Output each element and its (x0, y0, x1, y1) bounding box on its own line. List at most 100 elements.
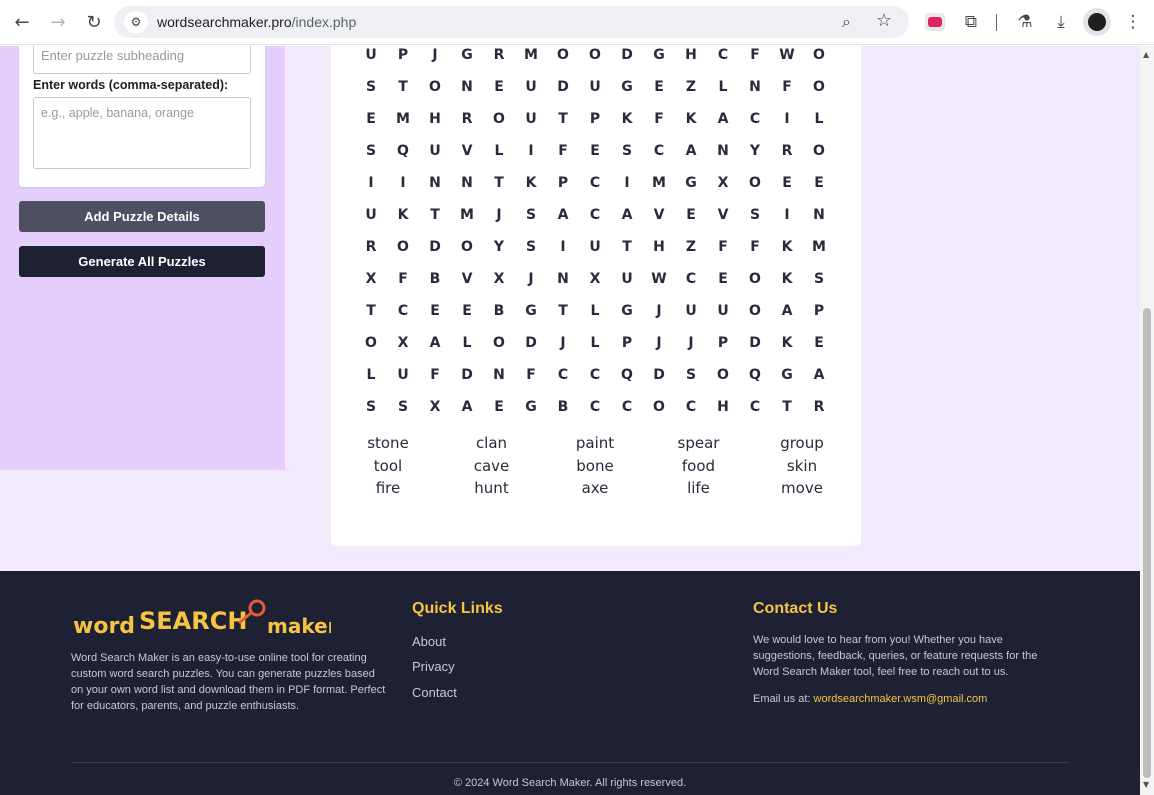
back-icon[interactable]: ← (7, 7, 37, 37)
scroll-up-arrow-icon[interactable]: ▲ (1143, 50, 1149, 59)
grid-cell: M (524, 47, 538, 63)
address-bar[interactable]: ⚙ wordsearchmaker.pro/index.php ⌕ ☆ (114, 6, 909, 38)
footer-divider (71, 762, 1069, 763)
grid-cell: E (494, 79, 504, 95)
grid-cell: E (718, 271, 728, 287)
grid-cell: D (557, 79, 569, 95)
word-list-item: axe (581, 479, 609, 497)
grid-cell: Z (685, 79, 697, 95)
grid-cell: K (525, 175, 537, 191)
logo-maker-text: maker (267, 614, 331, 638)
email-link[interactable]: wordsearchmaker.wsm@gmail.com (814, 693, 988, 705)
grid-cell: S (365, 399, 377, 415)
bookmark-star-icon[interactable]: ☆ (876, 10, 892, 31)
url-text[interactable]: wordsearchmaker.pro/index.php (157, 14, 356, 30)
subheading-input[interactable]: Enter puzzle subheading (33, 46, 251, 74)
grid-cell: E (686, 207, 696, 223)
grid-cell: J (688, 335, 694, 351)
add-puzzle-details-button[interactable]: Add Puzzle Details (19, 201, 265, 232)
grid-cell: W (651, 271, 667, 287)
menu-kebab-icon[interactable]: ⋮ (1119, 8, 1147, 36)
grid-cell: V (653, 207, 665, 223)
grid-cell: V (461, 271, 473, 287)
grid-cell: R (813, 399, 825, 415)
grid-cell: W (779, 47, 795, 63)
grid-cell: C (717, 47, 729, 63)
email-line: Email us at: wordsearchmaker.wsm@gmail.c… (753, 693, 987, 705)
grid-cell: K (397, 207, 409, 223)
grid-cell: C (557, 367, 569, 383)
grid-cell: O (749, 271, 761, 287)
grid-cell: P (621, 335, 633, 351)
grid-cell: G (525, 399, 537, 415)
grid-cell: F (782, 79, 792, 95)
word-list-item: bone (576, 456, 614, 475)
grid-cell: J (432, 47, 438, 63)
footer-link-contact[interactable]: Contact (412, 685, 457, 700)
grid-cell: A (813, 367, 825, 383)
vertical-scrollbar[interactable]: ▲ ▼ (1140, 46, 1154, 795)
grid-cell: D (429, 239, 441, 255)
profile-avatar-icon[interactable] (1083, 8, 1111, 36)
grid-cell: F (526, 367, 536, 383)
grid-cell: M (396, 111, 410, 127)
words-label: Enter words (comma-separated): (33, 78, 229, 92)
grid-cell: M (812, 239, 826, 255)
puzzle-preview-card: UPJGRMOODGHCFWOSTONEUDUGEZLNFOEMHROUTPKF… (331, 46, 861, 546)
grid-cell: E (462, 303, 472, 319)
grid-cell: C (589, 207, 601, 223)
grid-cell: O (365, 335, 377, 351)
grid-cell: Q (749, 367, 761, 383)
grid-cell: D (749, 335, 761, 351)
grid-cell: A (717, 111, 729, 127)
grid-cell: S (397, 399, 409, 415)
grid-cell: C (589, 399, 601, 415)
grid-cell: O (813, 47, 825, 63)
labs-flask-icon[interactable]: ⚗ (1011, 8, 1039, 36)
grid-cell: T (430, 207, 440, 223)
grid-cell: T (494, 175, 504, 191)
grid-cell: S (813, 271, 825, 287)
scroll-down-arrow-icon[interactable]: ▼ (1143, 780, 1149, 789)
footer-link-about[interactable]: About (412, 634, 446, 649)
grid-cell: I (624, 175, 630, 191)
site-info-icon[interactable]: ⚙ (124, 11, 148, 33)
word-list-item: paint (575, 434, 615, 452)
grid-cell: S (749, 207, 761, 223)
grid-cell: O (813, 143, 825, 159)
forward-icon[interactable]: → (43, 7, 73, 37)
grid-cell: F (750, 47, 760, 63)
grid-cell: O (717, 367, 729, 383)
grid-cell: Y (749, 143, 761, 159)
grid-cell: U (429, 143, 441, 159)
toolbar-separator (996, 14, 997, 31)
grid-cell: S (365, 79, 377, 95)
footer-link-privacy[interactable]: Privacy (412, 659, 455, 674)
grid-cell: I (368, 175, 374, 191)
extensions-puzzle-icon[interactable]: ⧉ (957, 8, 985, 36)
grid-cell: O (493, 111, 505, 127)
scrollbar-thumb[interactable] (1143, 308, 1151, 778)
grid-cell: L (590, 335, 600, 351)
grid-cell: J (528, 271, 534, 287)
email-prefix: Email us at: (753, 693, 814, 705)
grid-cell: E (366, 111, 376, 127)
zoom-icon[interactable]: ⌕ (842, 12, 851, 32)
grid-cell: F (750, 239, 760, 255)
grid-cell: K (781, 335, 793, 351)
reload-icon[interactable]: ↻ (79, 7, 109, 37)
extension-icon[interactable] (925, 13, 945, 31)
grid-cell: F (398, 271, 408, 287)
grid-cell: H (653, 239, 665, 255)
grid-cell: T (558, 303, 568, 319)
grid-cell: U (717, 303, 729, 319)
download-icon[interactable]: ⤓ (1047, 8, 1075, 36)
grid-cell: O (653, 399, 665, 415)
grid-cell: D (525, 335, 537, 351)
generate-all-puzzles-button[interactable]: Generate All Puzzles (19, 246, 265, 277)
word-search-maker-logo[interactable]: word SEARCH maker (71, 599, 331, 639)
words-textarea[interactable] (33, 97, 251, 169)
grid-cell: F (654, 111, 664, 127)
word-list-item: clan (475, 434, 508, 452)
puzzle-form-card: Enter puzzle subheading Enter words (com… (19, 46, 265, 187)
